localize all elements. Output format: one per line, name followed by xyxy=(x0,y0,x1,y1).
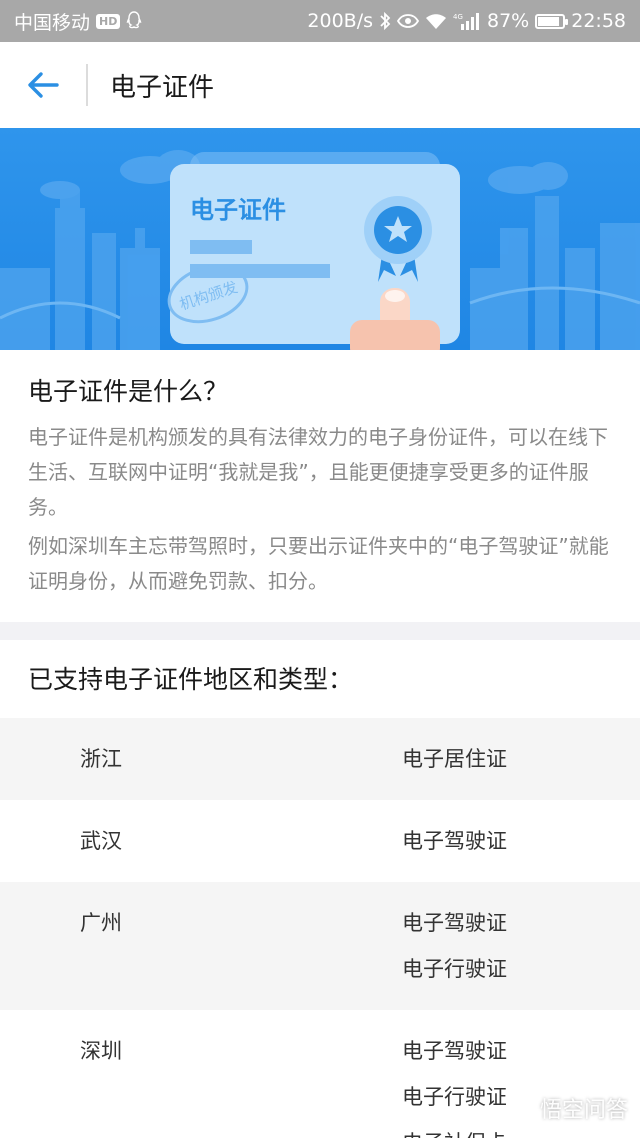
info-paragraph-1: 电子证件是机构颁发的具有法律效力的电子身份证件，可以在线下生活、互联网中证明“我… xyxy=(28,425,608,519)
region-name-cell: 广州 xyxy=(0,900,320,992)
card-title: 电子证件 xyxy=(190,196,286,224)
nav-divider xyxy=(86,64,88,106)
nav-bar: 电子证件 xyxy=(0,42,640,128)
regions-table: 浙江电子居住证武汉电子驾驶证广州电子驾驶证电子行驶证深圳电子驾驶证电子行驶证电子… xyxy=(0,718,640,1138)
eye-icon xyxy=(397,13,419,29)
network-speed: 200B/s xyxy=(307,10,373,32)
qq-icon xyxy=(126,11,142,31)
back-button[interactable] xyxy=(0,42,86,128)
battery-fill xyxy=(538,16,560,26)
region-name-cell: 浙江 xyxy=(0,736,320,782)
hero-banner: 电子证件 机构颁发 xyxy=(0,128,640,350)
section-divider xyxy=(0,622,640,640)
chat-bubble-icon xyxy=(505,1098,534,1120)
certificate-types-cell: 电子驾驶证 xyxy=(320,818,640,864)
region-name-cell: 武汉 xyxy=(0,818,320,864)
hd-badge: HD xyxy=(96,13,121,29)
certificate-type: 电子行驶证 xyxy=(402,957,507,981)
certificate-type: 电子驾驶证 xyxy=(402,911,507,935)
info-title: 电子证件是什么？ xyxy=(28,377,229,406)
region-name-cell: 深圳 xyxy=(0,1028,320,1138)
certificate-type: 电子居住证 xyxy=(402,747,507,771)
status-bar: 中国移动 HD 200B/s 4G 87% 22:58 xyxy=(0,0,640,42)
watermark-text: 悟空问答 xyxy=(539,1098,628,1123)
regions-title: 已支持电子证件地区和类型： xyxy=(28,665,354,694)
banner-illustration: 电子证件 机构颁发 xyxy=(0,128,640,350)
region-name: 浙江 xyxy=(80,747,122,771)
bluetooth-icon xyxy=(379,11,391,31)
region-name: 深圳 xyxy=(80,1039,122,1063)
region-name: 广州 xyxy=(80,911,122,935)
battery-percent: 87% xyxy=(487,10,530,32)
watermark: 悟空问答 xyxy=(505,1092,628,1124)
region-row: 广州 电子驾驶证电子行驶证 xyxy=(0,882,640,1010)
info-paragraph-2: 例如深圳车主忘带驾照时，只要出示证件夹中的“电子驾驶证”就能证明身份，从而避免罚… xyxy=(28,534,609,593)
wifi-icon xyxy=(425,12,447,30)
signal-icon: 4G xyxy=(453,11,481,31)
region-row: 浙江 电子居住证 xyxy=(0,718,640,800)
page-title: 电子证件 xyxy=(110,72,215,103)
carrier-label: 中国移动 xyxy=(14,11,91,34)
region-name: 武汉 xyxy=(80,829,122,853)
certificate-types-cell: 电子驾驶证电子行驶证 xyxy=(320,900,640,992)
back-arrow-icon xyxy=(28,72,59,98)
signal-type-label: 4G xyxy=(453,13,463,21)
region-row: 武汉 电子驾驶证 xyxy=(0,800,640,882)
info-section: 电子证件是什么？ 电子证件是机构颁发的具有法律效力的电子身份证件，可以在线下生活… xyxy=(0,350,640,622)
certificate-type: 电子驾驶证 xyxy=(402,1039,507,1063)
certificate-type: 电子驾驶证 xyxy=(402,829,507,853)
clock: 22:58 xyxy=(571,10,626,32)
battery-icon xyxy=(535,13,569,29)
certificate-types-cell: 电子居住证 xyxy=(320,736,640,782)
